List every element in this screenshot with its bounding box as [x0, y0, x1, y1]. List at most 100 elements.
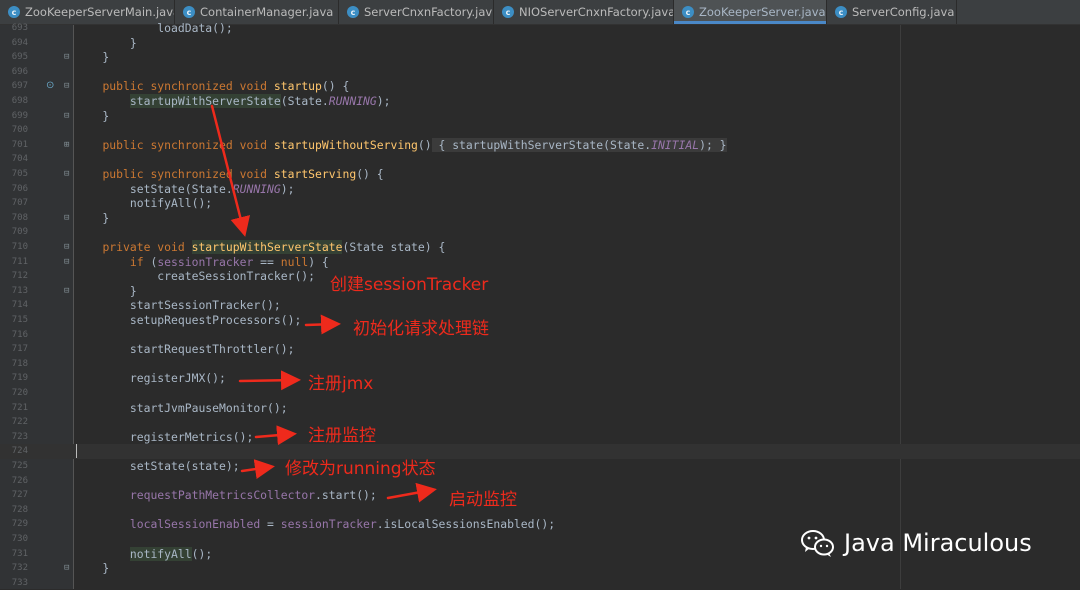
code-text: setState(state);	[129, 459, 240, 473]
annotation-start-metrics: 启动监控	[449, 490, 517, 510]
code-line: 716	[0, 328, 1080, 343]
text-caret	[76, 444, 77, 458]
code-line: 713 ⊟ }	[0, 284, 1080, 299]
line-number: 709	[11, 227, 28, 238]
line-number: 716	[11, 329, 28, 340]
annotation-set-running: 修改为running状态	[285, 459, 436, 479]
code-line: 728	[0, 503, 1080, 518]
fold-end-icon[interactable]: ⊟	[64, 50, 69, 65]
fold-end-icon[interactable]: ⊟	[64, 284, 69, 299]
code-line: 710 ⊟ private void startupWithServerStat…	[0, 240, 1080, 255]
fold-end-icon[interactable]: ⊟	[64, 561, 69, 576]
code-line: 701 ⊞ public synchronized void startupWi…	[0, 137, 1080, 153]
tab-label: ZooKeeperServer.java	[699, 5, 826, 19]
line-number: 718	[11, 358, 28, 369]
fold-icon[interactable]: ⊟	[64, 79, 69, 94]
code-line: 696	[0, 65, 1080, 80]
code-text: setupRequestProcessors();	[129, 313, 302, 327]
code-line: 719 registerJMX();	[0, 371, 1080, 386]
fold-end-icon[interactable]: ⊟	[64, 211, 69, 226]
code-text: startJvmPauseMonitor();	[129, 400, 288, 415]
code-text: }	[75, 108, 110, 123]
line-number: 725	[11, 461, 28, 471]
code-text: localSessionEnabled = sessionTracker.isL…	[129, 517, 556, 532]
code-text: if (sessionTracker == null) {	[129, 254, 329, 269]
code-text: }	[75, 283, 137, 298]
code-line: 709	[0, 225, 1080, 240]
code-text: }	[75, 50, 110, 65]
watermark-text: Java Miraculous	[844, 529, 1032, 557]
code-line: 718	[0, 357, 1080, 372]
code-line: 726	[0, 474, 1080, 489]
line-number: 695	[11, 52, 28, 63]
tab-label: ContainerManager.java	[200, 5, 334, 19]
line-number: 733	[11, 577, 28, 588]
line-number: 694	[11, 37, 28, 48]
line-number: 698	[11, 96, 28, 106]
java-class-icon: c	[682, 6, 694, 18]
code-line: 711 ⊟ if (sessionTracker == null) {	[0, 255, 1080, 270]
code-line: 715 setupRequestProcessors();	[0, 313, 1080, 328]
line-number: 714	[11, 300, 28, 311]
line-number: 728	[11, 504, 28, 515]
code-text: }	[75, 561, 110, 576]
line-number: 701	[11, 139, 28, 150]
code-line: 722	[0, 415, 1080, 430]
line-number: 720	[11, 388, 28, 398]
code-line: 700	[0, 123, 1080, 138]
code-line: 712 createSessionTracker();	[0, 269, 1080, 284]
code-line: 720	[0, 386, 1080, 401]
wechat-icon	[801, 530, 834, 557]
override-marker-icon[interactable]: ⊙	[46, 79, 54, 94]
code-line: 705 ⊟ public synchronized void startServ…	[0, 167, 1080, 182]
code-line: 694 }	[0, 36, 1080, 51]
tab-label: ZooKeeperServerMain.java	[25, 5, 175, 19]
fold-end-icon[interactable]: ⊟	[64, 109, 69, 124]
code-line: 727 requestPathMetricsCollector.start();	[0, 488, 1080, 503]
annotation-register-jmx: 注册jmx	[308, 374, 374, 394]
line-number: 727	[11, 490, 28, 501]
code-line: 693 loadData();	[0, 21, 1080, 36]
java-class-icon: c	[183, 6, 195, 18]
fold-icon[interactable]: ⊟	[64, 255, 69, 270]
annotation-create-session-tracker: 创建sessionTracker	[330, 275, 489, 295]
code-text: notifyAll();	[129, 196, 213, 211]
annotation-register-metrics: 注册监控	[308, 426, 376, 446]
code-text: loadData();	[157, 21, 233, 35]
tab-label: ServerCnxnFactory.java	[364, 5, 494, 19]
java-class-icon: c	[835, 6, 847, 18]
code-line: 706 setState(State.RUNNING);	[0, 182, 1080, 197]
line-number: 712	[11, 271, 28, 282]
code-line: 698 startupWithServerState(State.RUNNING…	[0, 94, 1080, 109]
code-line: 697 ⊙ ⊟ public synchronized void startup…	[0, 79, 1080, 94]
code-line: 725 setState(state);	[0, 459, 1080, 474]
line-number: 707	[11, 198, 28, 209]
line-number: 700	[11, 125, 28, 136]
code-line: 732 ⊟ }	[0, 561, 1080, 576]
code-text: startRequestThrottler();	[129, 342, 295, 357]
line-number: 706	[11, 183, 28, 194]
line-number: 719	[11, 373, 28, 384]
line-number: 721	[11, 402, 28, 413]
fold-icon[interactable]: ⊟	[64, 167, 69, 182]
annotation-init-processor-chain: 初始化请求处理链	[353, 319, 489, 339]
code-editor[interactable]: 693 loadData(); 694 } 695 ⊟ } 696 697 ⊙ …	[0, 21, 1080, 589]
fold-icon[interactable]: ⊟	[64, 240, 69, 255]
code-text: public synchronized void startup() {	[102, 79, 350, 94]
fold-expand-icon[interactable]: ⊞	[64, 138, 69, 153]
code-text: }	[75, 35, 137, 50]
code-text: registerMetrics();	[129, 429, 254, 444]
code-text: createSessionTracker();	[157, 269, 316, 284]
code-text: public synchronized void startServing() …	[102, 167, 384, 181]
line-number: 722	[11, 417, 28, 428]
line-number: 730	[11, 534, 28, 544]
code-text: startSessionTracker();	[129, 298, 281, 313]
line-number: 696	[11, 66, 28, 77]
line-number: 697	[11, 81, 28, 92]
line-number: 705	[11, 169, 28, 179]
line-number: 715	[11, 315, 28, 325]
code-line: 708 ⊟ }	[0, 211, 1080, 226]
code-text: }	[75, 210, 110, 225]
line-number: 711	[11, 256, 28, 267]
tab-label: NIOServerCnxnFactory.java	[519, 5, 674, 19]
